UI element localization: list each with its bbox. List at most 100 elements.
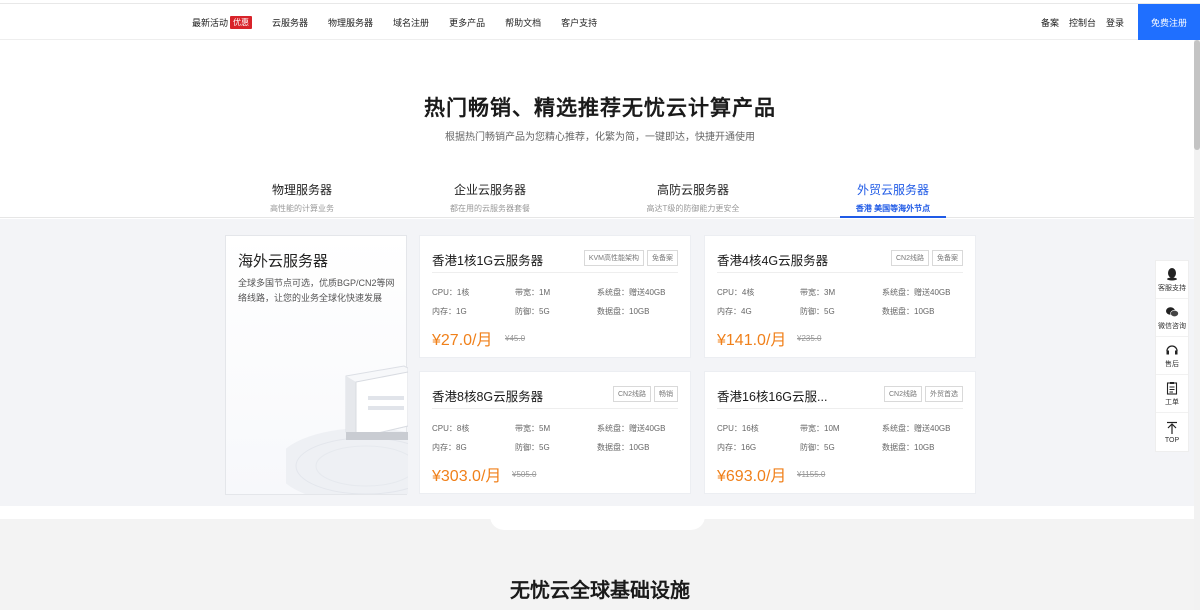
product-tag: CN2线路 xyxy=(883,386,922,402)
price: ¥27.0/月 xyxy=(432,332,493,349)
clipboard-icon xyxy=(1166,381,1178,395)
spec-memory: 内存：1G xyxy=(432,307,467,316)
spec-ddos: 防御：5G xyxy=(515,443,550,452)
spec-data-disk: 数据盘：10GB xyxy=(882,443,935,452)
ticket-button[interactable]: 工单 xyxy=(1156,375,1188,413)
section-notch xyxy=(490,506,705,530)
tab-label: 高防云服务器 xyxy=(656,183,729,197)
product-title: 香港8核8G云服务器 xyxy=(432,390,544,404)
section-subtitle: 根据热门畅销产品为您精心推荐，化繁为简，一键即达，快捷开通使用 xyxy=(445,132,755,143)
divider xyxy=(432,272,678,273)
spec-memory: 内存：8G xyxy=(432,443,467,452)
tab-desc: 高达T级的防御能力更安全 xyxy=(646,204,740,213)
product-tag: 外贸首选 xyxy=(925,386,963,402)
original-price: ¥505.0 xyxy=(512,470,537,479)
wechat-icon xyxy=(1166,306,1179,317)
price: ¥141.0/月 xyxy=(717,332,787,349)
original-price: ¥45.0 xyxy=(505,334,526,343)
nav-item-support[interactable]: 客户支持 xyxy=(561,16,597,29)
float-label: 售后 xyxy=(1165,360,1179,368)
nav-item-more-products[interactable]: 更多产品 xyxy=(449,16,485,29)
product-tags: KVM高性能架构 免备案 xyxy=(581,250,678,266)
nav-menu: 最新活动 优惠 云服务器 物理服务器 域名注册 更多产品 帮助文档 客户支持 xyxy=(192,4,617,40)
product-card[interactable]: 香港4核4G云服务器 CN2线路 免备案 CPU：4核 带宽：3M 系统盘：赠送… xyxy=(704,235,976,358)
signup-button[interactable]: 免费注册 xyxy=(1138,4,1200,40)
price: ¥693.0/月 xyxy=(717,468,787,485)
product-tag: 免备案 xyxy=(647,250,678,266)
tab-physical-server[interactable]: 物理服务器 高性能的计算业务 xyxy=(227,178,377,218)
divider xyxy=(717,408,963,409)
product-title: 香港1核1G云服务器 xyxy=(432,254,544,268)
product-title: 香港16核16G云服... xyxy=(717,390,828,404)
category-card[interactable]: 海外云服务器 全球多国节点可选，优质BGP/CN2等网络线路，让您的业务全球化快… xyxy=(225,235,408,495)
nav-icp-link[interactable]: 备案 xyxy=(1041,16,1059,29)
original-price: ¥235.0 xyxy=(797,334,822,343)
float-label: TOP xyxy=(1164,436,1180,444)
product-title: 香港4核4G云服务器 xyxy=(717,254,829,268)
spec-ddos: 防御：5G xyxy=(800,443,835,452)
promo-badge: 优惠 xyxy=(230,15,253,29)
spec-data-disk: 数据盘：10GB xyxy=(882,307,935,316)
tab-label: 物理服务器 xyxy=(271,183,332,197)
spec-ddos: 防御：5G xyxy=(515,307,550,316)
spec-bandwidth: 带宽：10M xyxy=(800,424,840,433)
floating-service-bar: 客服支持 微信咨询 售后 工单 TOP xyxy=(1155,260,1189,452)
spec-cpu: CPU：4核 xyxy=(717,288,755,297)
spec-system-disk: 系统盘：赠送40GB xyxy=(597,424,666,433)
tab-desc: 香港 美国等海外节点 xyxy=(855,204,931,213)
nav-item-activity[interactable]: 最新活动 优惠 xyxy=(192,15,253,29)
product-tags: CN2线路 免备案 xyxy=(888,250,963,266)
product-card[interactable]: 香港16核16G云服... CN2线路 外贸首选 CPU：16核 带宽：10M … xyxy=(704,371,976,494)
original-price: ¥1155.0 xyxy=(797,470,826,479)
product-tag: 免备案 xyxy=(932,250,963,266)
spec-cpu: CPU：1核 xyxy=(432,288,470,297)
spec-bandwidth: 带宽：5M xyxy=(515,424,551,433)
back-to-top-button[interactable]: TOP xyxy=(1156,413,1188,451)
spec-memory: 内存：4G xyxy=(717,307,752,316)
spec-system-disk: 系统盘：赠送40GB xyxy=(882,424,951,433)
nav-login-link[interactable]: 登录 xyxy=(1106,16,1124,29)
headset-icon xyxy=(1166,344,1178,354)
tab-ddos-cloud[interactable]: 高防云服务器 高达T级的防御能力更安全 xyxy=(618,178,768,218)
divider xyxy=(432,408,678,409)
spec-data-disk: 数据盘：10GB xyxy=(597,443,650,452)
divider xyxy=(717,272,963,273)
spec-system-disk: 系统盘：赠送40GB xyxy=(882,288,951,297)
tab-foreign-trade-cloud[interactable]: 外贸云服务器 香港 美国等海外节点 xyxy=(840,178,946,218)
nav-item-label: 最新活动 xyxy=(192,17,229,28)
product-tags: CN2线路 畅销 xyxy=(610,386,678,402)
product-tag: KVM高性能架构 xyxy=(583,250,644,266)
wechat-consult-button[interactable]: 微信咨询 xyxy=(1156,299,1188,337)
nav-item-cloud-server[interactable]: 云服务器 xyxy=(272,16,308,29)
customer-support-button[interactable]: 客服支持 xyxy=(1156,261,1188,299)
spec-bandwidth: 带宽：1M xyxy=(515,288,551,297)
price: ¥303.0/月 xyxy=(432,468,502,485)
infrastructure-title: 无忧云全球基础设施 xyxy=(510,580,690,602)
product-card[interactable]: 香港8核8G云服务器 CN2线路 畅销 CPU：8核 带宽：5M 系统盘：赠送4… xyxy=(419,371,691,494)
section-title: 热门畅销、精选推荐无忧云计算产品 xyxy=(424,97,776,120)
server-illustration xyxy=(286,356,408,494)
product-tag: 畅销 xyxy=(654,386,678,402)
nav-item-domain[interactable]: 域名注册 xyxy=(393,16,429,29)
float-label: 微信咨询 xyxy=(1158,322,1186,330)
top-navbar: 最新活动 优惠 云服务器 物理服务器 域名注册 更多产品 帮助文档 客户支持 备… xyxy=(0,4,1200,40)
spec-ddos: 防御：5G xyxy=(800,307,835,316)
arrow-up-icon xyxy=(1167,421,1177,434)
product-tags: CN2线路 外贸首选 xyxy=(881,386,963,402)
spec-bandwidth: 带宽：3M xyxy=(800,288,836,297)
category-title: 海外云服务器 xyxy=(238,253,329,270)
product-card[interactable]: 香港1核1G云服务器 KVM高性能架构 免备案 CPU：1核 带宽：1M 系统盘… xyxy=(419,235,691,358)
tab-desc: 高性能的计算业务 xyxy=(270,204,334,213)
nav-console-link[interactable]: 控制台 xyxy=(1069,16,1096,29)
tab-label: 外贸云服务器 xyxy=(856,183,929,197)
nav-item-physical-server[interactable]: 物理服务器 xyxy=(328,16,373,29)
nav-user-menu: 备案 控制台 登录 免费注册 xyxy=(1041,4,1200,40)
float-label: 客服支持 xyxy=(1158,284,1186,292)
nav-item-docs[interactable]: 帮助文档 xyxy=(505,16,541,29)
after-sales-button[interactable]: 售后 xyxy=(1156,337,1188,375)
scrollbar-thumb[interactable] xyxy=(1194,40,1200,150)
spec-system-disk: 系统盘：赠送40GB xyxy=(597,288,666,297)
category-desc: 全球多国节点可选，优质BGP/CN2等网络线路，让您的业务全球化快速发展 xyxy=(238,278,395,303)
tab-enterprise-cloud[interactable]: 企业云服务器 都在用的云服务器套餐 xyxy=(415,178,565,218)
qq-icon xyxy=(1167,267,1177,280)
